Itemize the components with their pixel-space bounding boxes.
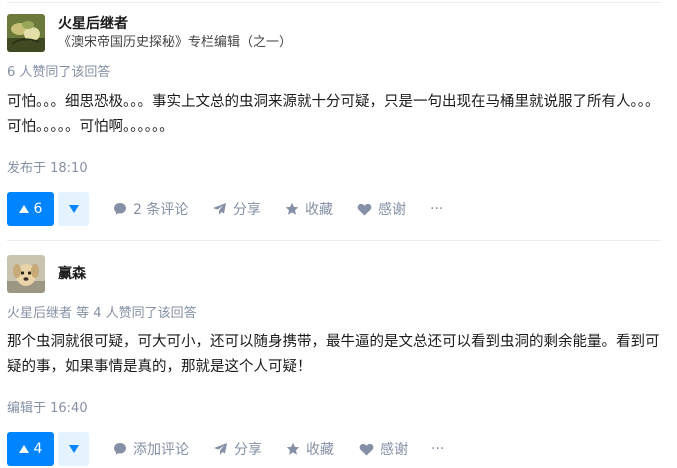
voters-info[interactable]: 6 人赞同了该回答 — [7, 64, 661, 82]
comment-icon — [114, 443, 126, 455]
heart-icon — [359, 443, 374, 455]
answer-card: 赢森 火星后继者 等 4 人赞同了该回答 那个虫洞就很可疑，可大可小，还可以随身… — [7, 255, 661, 466]
up-triangle-icon — [18, 445, 29, 453]
comment-label: 添加评论 — [133, 442, 189, 458]
downvote-button[interactable] — [58, 432, 89, 466]
answer-content: 可怕。。。细思恐极。。。事实上文总的虫洞来源就十分可疑，只是一句出现在马桶里就说… — [7, 94, 660, 135]
answer-author-header: 赢森 — [7, 255, 661, 297]
answer-card: 火星后继者 《澳宋帝国历史探秘》专栏编辑（之一） 6 人赞同了该回答 可怕。。。… — [7, 14, 661, 226]
more-button[interactable]: ··· — [431, 432, 444, 466]
share-label: 分享 — [233, 202, 261, 218]
action-bar: 6 2 条评论 分享 收藏 感谢 ··· — [7, 192, 661, 226]
answer-time[interactable]: 编辑于 16:40 — [7, 400, 661, 418]
avatar[interactable] — [7, 255, 45, 293]
upvote-count: 4 — [33, 441, 43, 457]
down-triangle-icon — [68, 205, 79, 213]
answer-divider — [7, 240, 661, 241]
upvote-count: 6 — [33, 201, 43, 217]
top-divider — [7, 2, 661, 3]
share-button[interactable]: 分享 — [213, 432, 262, 466]
comment-label: 2 条评论 — [133, 202, 189, 218]
more-button[interactable]: ··· — [430, 192, 443, 226]
upvote-button[interactable]: 6 — [7, 192, 54, 226]
share-button[interactable]: 分享 — [212, 192, 261, 226]
star-icon — [285, 202, 299, 215]
answer-time[interactable]: 发布于 18:10 — [7, 160, 661, 178]
star-icon — [286, 442, 300, 455]
comment-icon — [114, 203, 126, 215]
answer-content: 那个虫洞就很可疑，可大可小，还可以随身携带，最牛逼的是文总还可以看到虫洞的剩余能… — [7, 334, 660, 375]
share-icon — [213, 203, 226, 215]
answer-author-header: 火星后继者 《澳宋帝国历史探秘》专栏编辑（之一） — [7, 14, 661, 56]
action-bar: 4 添加评论 分享 收藏 感谢 ··· — [7, 432, 661, 466]
comment-button[interactable]: 2 条评论 — [113, 192, 188, 226]
author-name[interactable]: 赢森 — [58, 264, 86, 284]
down-triangle-icon — [68, 445, 79, 453]
avatar[interactable] — [7, 14, 45, 52]
thanks-button[interactable]: 感谢 — [359, 432, 408, 466]
voters-info[interactable]: 火星后继者 等 4 人赞同了该回答 — [7, 305, 661, 323]
collect-label: 收藏 — [305, 202, 333, 218]
more-icon: ··· — [431, 441, 445, 457]
collect-button[interactable]: 收藏 — [285, 192, 333, 226]
author-name[interactable]: 火星后继者 — [58, 14, 128, 34]
upvote-button[interactable]: 4 — [7, 432, 54, 466]
collect-label: 收藏 — [306, 442, 334, 458]
thanks-button[interactable]: 感谢 — [357, 192, 406, 226]
downvote-button[interactable] — [58, 192, 89, 226]
up-triangle-icon — [18, 205, 29, 213]
comment-button[interactable]: 添加评论 — [113, 432, 189, 466]
more-icon: ··· — [430, 201, 444, 217]
share-icon — [214, 443, 227, 455]
thanks-label: 感谢 — [380, 442, 408, 458]
collect-button[interactable]: 收藏 — [286, 432, 334, 466]
author-bio: 《澳宋帝国历史探秘》专栏编辑（之一） — [58, 35, 293, 50]
thanks-label: 感谢 — [378, 202, 406, 218]
heart-icon — [357, 203, 372, 215]
share-label: 分享 — [234, 442, 262, 458]
